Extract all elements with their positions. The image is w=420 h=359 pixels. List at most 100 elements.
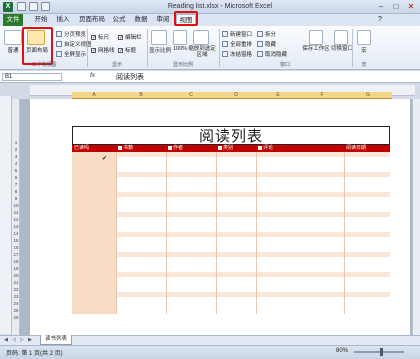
macros-button[interactable]: [357, 30, 371, 45]
row-header[interactable]: 17: [12, 252, 20, 257]
table-title[interactable]: 阅读列表: [72, 126, 390, 145]
row-header[interactable]: 22: [12, 287, 20, 292]
filter-dropdown-icon[interactable]: [218, 145, 222, 150]
split-button[interactable]: 拆分: [257, 30, 276, 38]
row-header[interactable]: 26: [12, 315, 20, 320]
row-header[interactable]: 5: [12, 168, 20, 173]
filter-dropdown-icon[interactable]: [118, 145, 122, 150]
sheet-tab-reading-list[interactable]: 读书列表: [40, 335, 72, 345]
row-header[interactable]: 11: [12, 210, 20, 215]
table-row[interactable]: [116, 252, 390, 257]
zoom-to-selection-button[interactable]: [193, 30, 209, 45]
hide-button[interactable]: 隐藏: [257, 40, 276, 48]
table-row[interactable]: [116, 152, 390, 157]
column-header-b[interactable]: B: [116, 92, 166, 99]
fx-icon[interactable]: fx: [90, 72, 95, 79]
zoom-100-button[interactable]: [173, 30, 187, 45]
formula-bar-checkbox[interactable]: ✓ 编辑栏: [118, 33, 142, 41]
new-window-button[interactable]: 新建窗口: [222, 30, 252, 38]
tab-file[interactable]: 文件: [3, 14, 23, 26]
table-row[interactable]: [116, 212, 390, 217]
table-row[interactable]: [116, 192, 390, 197]
last-sheet-icon[interactable]: ▶: [27, 337, 33, 343]
row-header[interactable]: 2: [12, 147, 20, 152]
save-workspace-button[interactable]: [309, 30, 323, 45]
row-header[interactable]: 24: [12, 301, 20, 306]
arrange-all-button[interactable]: 全部重排: [222, 40, 252, 48]
row-header[interactable]: 10: [12, 203, 20, 208]
zoom-slider[interactable]: [354, 351, 404, 353]
header-cell-book[interactable]: 书籍: [116, 145, 166, 152]
tab-data[interactable]: 数据: [132, 14, 150, 26]
full-screen-icon: [56, 51, 62, 57]
column-header-a[interactable]: A: [72, 92, 116, 99]
name-box[interactable]: B1: [2, 73, 62, 81]
undo-icon[interactable]: [29, 2, 38, 11]
filter-dropdown-icon[interactable]: [168, 145, 172, 150]
row-header[interactable]: 4: [12, 161, 20, 166]
ruler-checkbox[interactable]: ✓ 标尺: [91, 33, 109, 41]
row-header[interactable]: 1: [12, 140, 20, 145]
zoom-percent[interactable]: 80%: [336, 348, 348, 354]
page-break-preview-button[interactable]: 分页预览: [56, 30, 86, 38]
vertical-scrollbar[interactable]: [412, 99, 420, 335]
headings-checkbox[interactable]: ✓ 标题: [118, 46, 136, 54]
row-header[interactable]: 6: [12, 175, 20, 180]
close-button[interactable]: ✕: [404, 2, 418, 12]
row-header[interactable]: 21: [12, 280, 20, 285]
tab-page-layout[interactable]: 页面布局: [76, 14, 108, 26]
table-row[interactable]: [116, 172, 390, 177]
row-header[interactable]: 12: [12, 217, 20, 222]
read-status-column[interactable]: [72, 152, 116, 314]
row-header[interactable]: 9: [12, 196, 20, 201]
row-header[interactable]: 16: [12, 245, 20, 250]
redo-icon[interactable]: [41, 2, 50, 11]
prev-sheet-icon[interactable]: ◁: [11, 337, 17, 343]
table-row[interactable]: [116, 272, 390, 277]
header-cell-read[interactable]: 已读吗: [72, 145, 116, 152]
minimize-button[interactable]: –: [374, 2, 388, 12]
row-header[interactable]: 13: [12, 224, 20, 229]
header-cell-comment[interactable]: 评论: [256, 145, 344, 152]
row-header[interactable]: 20: [12, 273, 20, 278]
save-icon[interactable]: [17, 2, 26, 11]
row-header[interactable]: 18: [12, 259, 20, 264]
column-header-c[interactable]: C: [166, 92, 216, 99]
tab-review[interactable]: 审阅: [154, 14, 172, 26]
column-header-g[interactable]: G: [344, 92, 392, 99]
zoom-slider-thumb[interactable]: [380, 348, 383, 356]
tab-home[interactable]: 开始: [32, 14, 50, 26]
column-header-f[interactable]: F: [300, 92, 344, 99]
row-header[interactable]: 8: [12, 189, 20, 194]
filter-dropdown-icon[interactable]: [258, 145, 262, 150]
formula-input[interactable]: 阅读列表: [116, 72, 144, 82]
row-header[interactable]: 19: [12, 266, 20, 271]
normal-view-button[interactable]: [4, 30, 22, 45]
tab-formulas[interactable]: 公式: [110, 14, 128, 26]
row-header[interactable]: 14: [12, 231, 20, 236]
full-screen-button[interactable]: 全屏显示: [56, 50, 86, 58]
column-header-e[interactable]: E: [256, 92, 300, 99]
table-row[interactable]: [116, 232, 390, 237]
row-header[interactable]: 15: [12, 238, 20, 243]
switch-windows-button[interactable]: [334, 30, 348, 45]
freeze-panes-button[interactable]: 冻结窗格: [222, 50, 252, 58]
table-row[interactable]: [116, 292, 390, 297]
next-sheet-icon[interactable]: ▷: [19, 337, 25, 343]
help-icon[interactable]: ?: [378, 16, 382, 23]
tab-insert[interactable]: 插入: [54, 14, 72, 26]
unhide-button[interactable]: 取消隐藏: [257, 50, 287, 58]
maximize-button[interactable]: □: [389, 2, 403, 12]
row-header[interactable]: 3: [12, 154, 20, 159]
zoom-button[interactable]: [151, 30, 167, 45]
row-header[interactable]: 25: [12, 308, 20, 313]
header-cell-author[interactable]: 作者: [166, 145, 216, 152]
header-cell-date[interactable]: 阅读日期: [344, 145, 390, 152]
column-header-d[interactable]: D: [216, 92, 256, 99]
row-header[interactable]: 23: [12, 294, 20, 299]
first-sheet-icon[interactable]: ◀: [3, 337, 9, 343]
excel-logo-icon[interactable]: X: [3, 2, 13, 12]
row-header[interactable]: 7: [12, 182, 20, 187]
header-cell-category[interactable]: 类别: [216, 145, 256, 152]
gridlines-checkbox[interactable]: ✓ 网格线: [91, 46, 115, 54]
